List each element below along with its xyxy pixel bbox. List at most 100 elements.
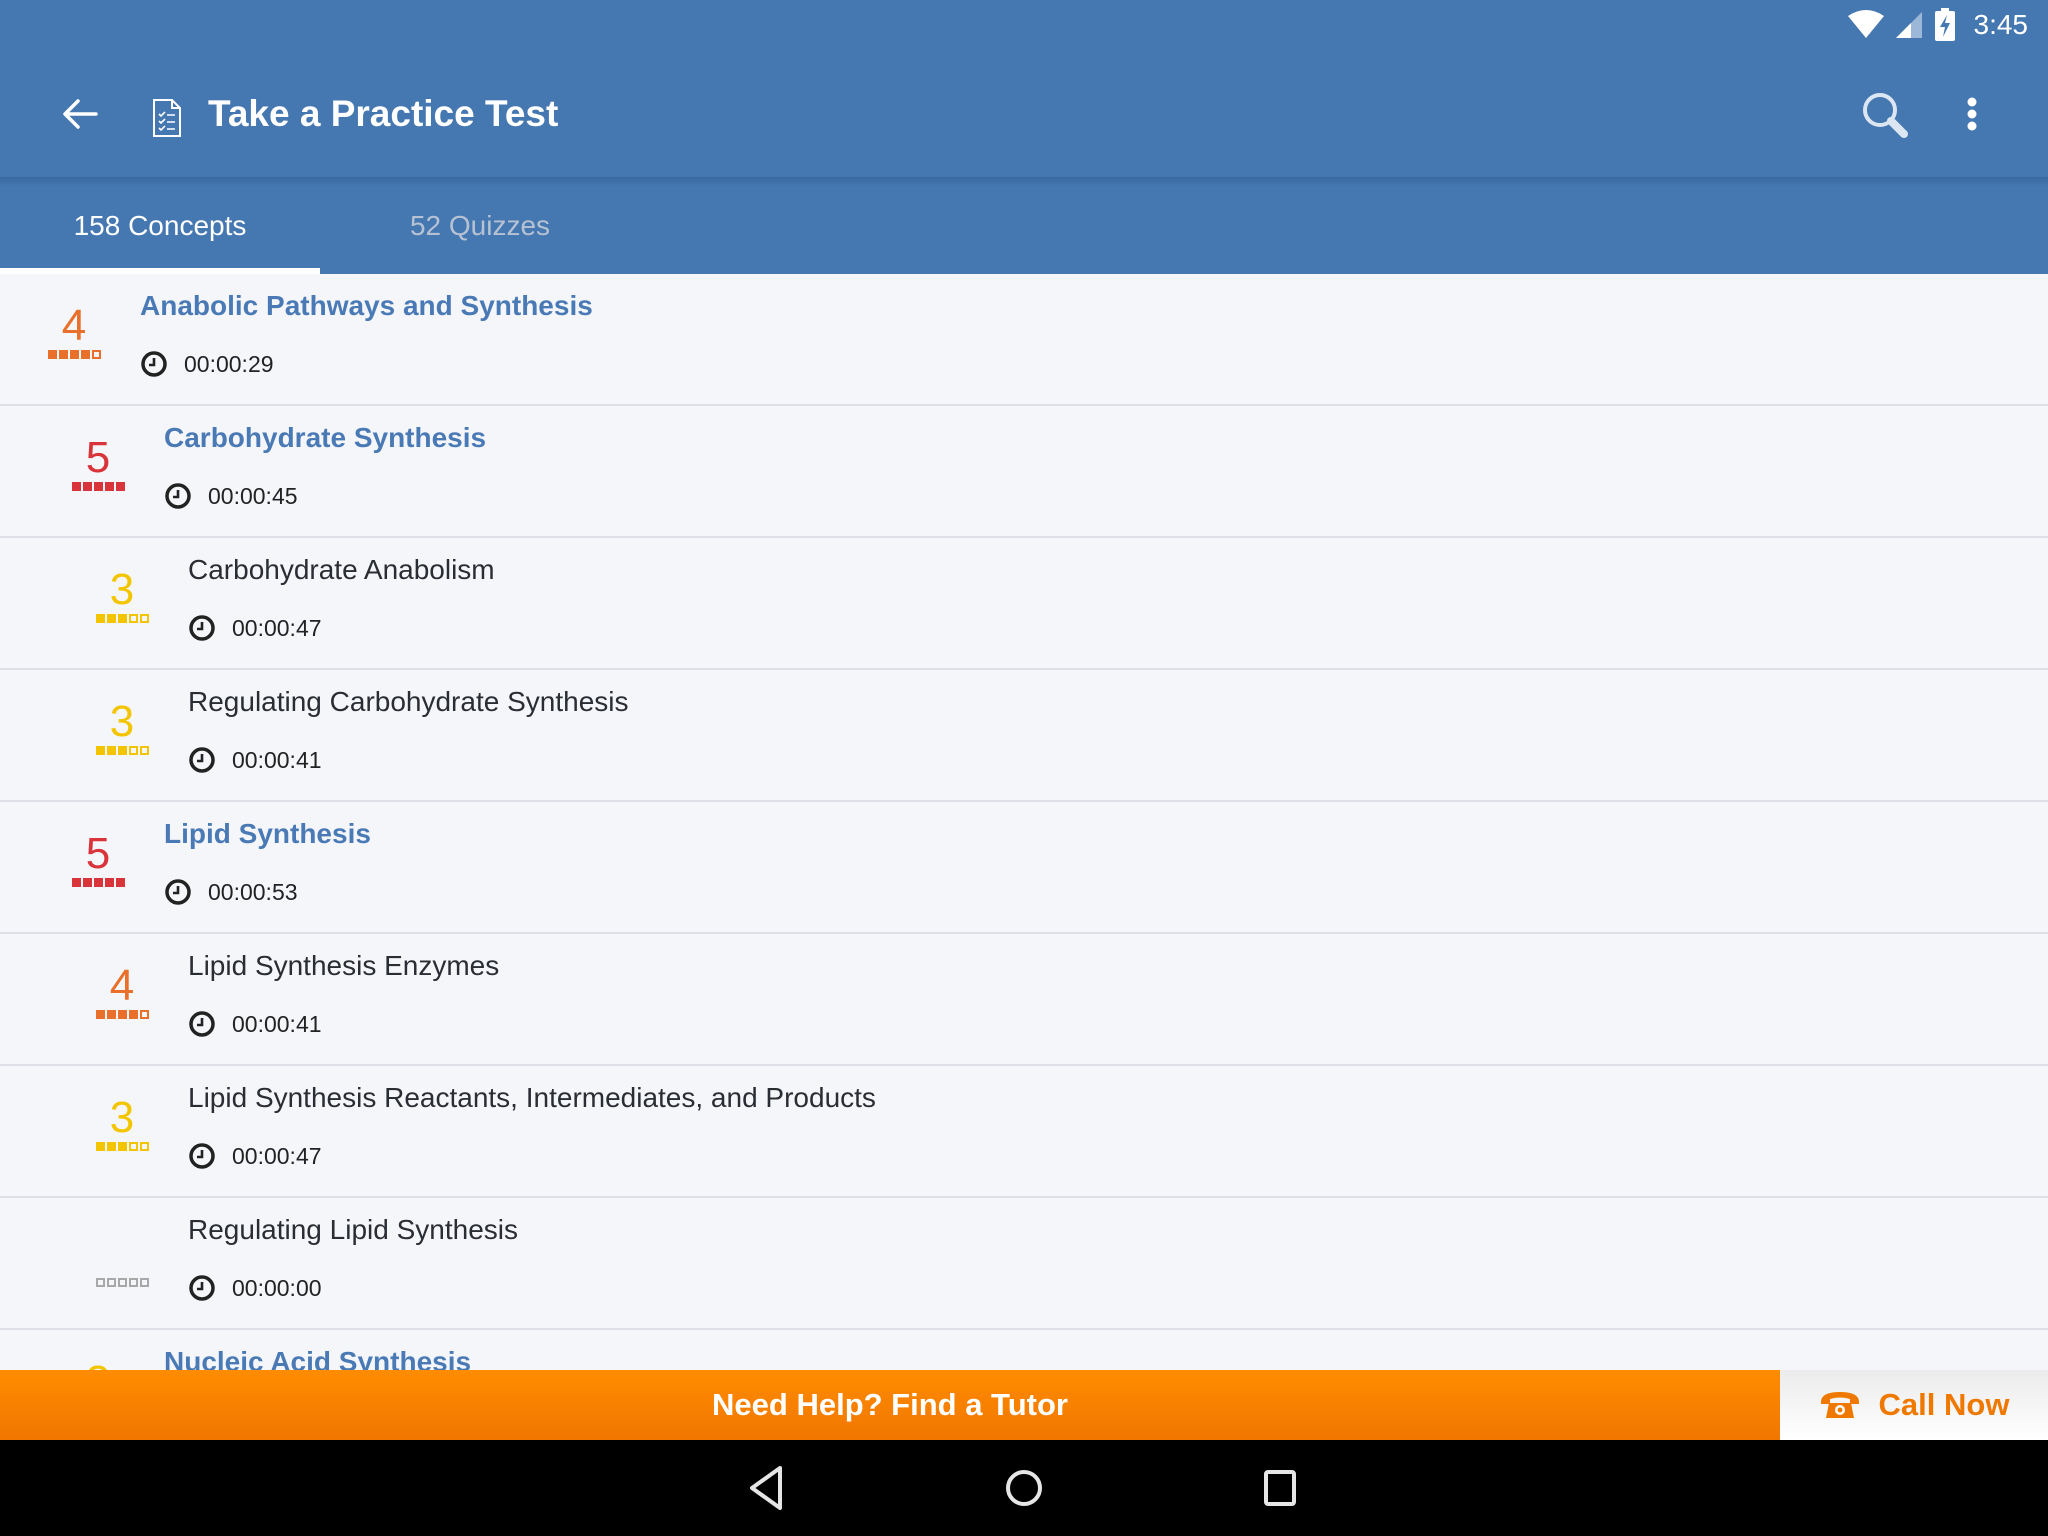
score-number: 5 [85, 433, 111, 482]
item-title: Anabolic Pathways and Synthesis [140, 290, 593, 321]
meter-square-filled [71, 878, 81, 887]
call-now-label: Call Now [1878, 1387, 2010, 1422]
item-duration: 00:00:41 [188, 1010, 322, 1038]
system-recents-button[interactable] [1254, 1462, 1306, 1514]
search-button[interactable] [1858, 88, 1914, 144]
clock-icon [189, 747, 215, 773]
list-item[interactable]: 4 Lipid Synthesis Enzymes 00:00:41 [0, 934, 2048, 1066]
meter-square-empty [117, 1278, 127, 1287]
item-duration: 00:00:41 [188, 746, 322, 774]
phone-icon [1820, 1392, 1859, 1418]
duration-text: 00:00:41 [232, 746, 322, 773]
meter-square-filled [128, 1010, 138, 1019]
score-indicator: 3 [92, 700, 152, 755]
system-home-button[interactable] [998, 1462, 1050, 1514]
meter-square-filled [115, 482, 125, 491]
item-duration: 00:00:45 [164, 482, 298, 510]
score-number: 3 [68, 1360, 128, 1371]
wifi-icon [1847, 10, 1884, 38]
score-number: 4 [61, 301, 87, 350]
list-item[interactable]: 4 Anabolic Pathways and Synthesis 00:00:29 [0, 274, 2048, 406]
list-item[interactable]: 3 Lipid Synthesis Reactants, Intermediate… [0, 1066, 2048, 1198]
score-meter [44, 350, 104, 359]
score-meter [92, 1010, 152, 1019]
back-button[interactable] [56, 90, 104, 138]
clock-icon [189, 1011, 215, 1037]
score-number: 5 [85, 829, 111, 878]
search-icon [1863, 93, 1908, 138]
item-title: Carbohydrate Anabolism [188, 554, 495, 585]
meter-square-filled [95, 746, 105, 755]
more-options-button[interactable] [1956, 92, 1988, 142]
score-number: 4 [109, 961, 135, 1010]
concept-list[interactable]: 4 Anabolic Pathways and Synthesis 00:00:29… [0, 274, 2048, 1370]
score-meter [68, 878, 128, 887]
find-tutor-button[interactable]: Need Help? Find a Tutor [0, 1370, 1780, 1440]
meter-square-filled [71, 482, 81, 491]
back-triangle-icon [750, 1466, 782, 1510]
system-back-button[interactable] [742, 1462, 794, 1514]
status-time: 3:45 [1973, 9, 2029, 40]
score-indicator [92, 1276, 152, 1287]
call-now-button[interactable]: Call Now [1780, 1370, 2048, 1440]
item-title: Regulating Carbohydrate Synthesis [188, 686, 629, 717]
list-item[interactable]: 3 Nucleic Acid Synthesis [0, 1330, 2048, 1370]
recents-square-icon [1264, 1470, 1296, 1506]
item-title: Regulating Lipid Synthesis [188, 1214, 518, 1245]
score-meter [92, 746, 152, 755]
score-indicator: 3 [92, 1096, 152, 1151]
tab-quizzes[interactable]: 52 Quizzes [320, 177, 640, 274]
item-title: Lipid Synthesis [164, 818, 371, 849]
system-nav-bar [0, 1440, 2048, 1536]
arrow-left-icon [63, 99, 98, 129]
meter-square-empty [128, 746, 138, 755]
meter-square-empty [139, 614, 149, 623]
item-duration: 00:00:00 [188, 1274, 322, 1302]
list-item[interactable]: 3 Carbohydrate Anabolism 00:00:47 [0, 538, 2048, 670]
status-bar: 3:45 [0, 0, 2048, 52]
meter-square-empty [106, 1278, 116, 1287]
meter-square-empty [128, 614, 138, 623]
score-number: 3 [109, 1093, 135, 1142]
meter-square-filled [58, 350, 68, 359]
meter-square-filled [104, 878, 114, 887]
list-item[interactable]: Regulating Lipid Synthesis 00:00:00 [0, 1198, 2048, 1330]
meter-square-empty [139, 1010, 149, 1019]
app-bar: Take a Practice Test [0, 52, 2048, 177]
score-meter [92, 1278, 152, 1287]
duration-text: 00:00:47 [232, 1142, 322, 1169]
meter-square-filled [95, 1010, 105, 1019]
meter-square-empty [128, 1278, 138, 1287]
duration-text: 00:00:00 [232, 1274, 322, 1301]
list-item[interactable]: 5 Carbohydrate Synthesis 00:00:45 [0, 406, 2048, 538]
checklist-document-icon [153, 99, 181, 137]
meter-square-filled [106, 1142, 116, 1151]
battery-charging-icon [1934, 8, 1955, 41]
list-item[interactable]: 3 Regulating Carbohydrate Synthesis 00:00:… [0, 670, 2048, 802]
home-circle-icon [1006, 1470, 1042, 1506]
item-title: Lipid Synthesis Enzymes [188, 950, 500, 981]
score-number: 3 [109, 697, 135, 746]
tab-concepts[interactable]: 158 Concepts [0, 177, 320, 274]
score-meter [92, 1142, 152, 1151]
clock-icon [189, 1275, 215, 1301]
meter-square-filled [47, 350, 57, 359]
meter-square-filled [117, 614, 127, 623]
meter-square-filled [106, 746, 116, 755]
meter-square-empty [139, 1278, 149, 1287]
tab-bar: 158 Concepts 52 Quizzes [0, 177, 2048, 274]
item-duration: 00:00:29 [140, 350, 274, 378]
duration-text: 00:00:29 [184, 350, 274, 377]
score-indicator: 5 [68, 436, 128, 491]
meter-square-filled [93, 878, 103, 887]
meter-square-filled [115, 878, 125, 887]
duration-text: 00:00:45 [208, 482, 298, 509]
item-duration: 00:00:47 [188, 614, 322, 642]
meter-square-empty [91, 350, 101, 359]
meter-square-filled [80, 350, 90, 359]
meter-square-filled [106, 1010, 116, 1019]
list-item[interactable]: 5 Lipid Synthesis 00:00:53 [0, 802, 2048, 934]
score-indicator: 5 [68, 832, 128, 887]
meter-square-filled [82, 482, 92, 491]
meter-square-empty [139, 1142, 149, 1151]
